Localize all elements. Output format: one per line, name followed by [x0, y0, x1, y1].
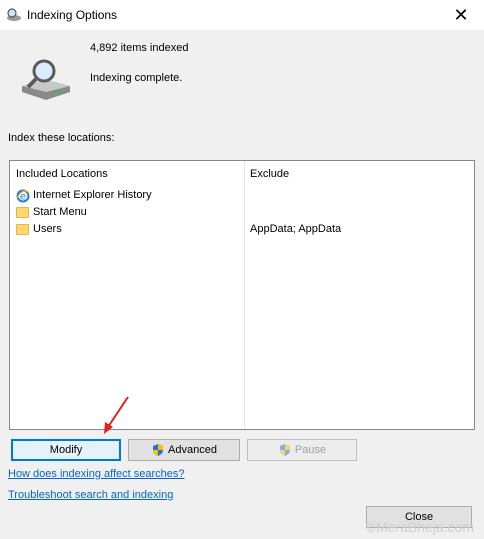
location-name: Start Menu	[33, 206, 87, 218]
modify-label: Modify	[49, 444, 83, 456]
ie-icon: e	[16, 189, 30, 203]
locations-list[interactable]: Included Locations Exclude e Internet Ex…	[9, 160, 475, 430]
folder-icon	[16, 224, 29, 235]
close-window-button[interactable]: ✕	[438, 0, 484, 30]
column-header-included[interactable]: Included Locations	[16, 168, 108, 180]
indexing-status: Indexing complete.	[90, 72, 183, 84]
indexing-options-icon	[7, 8, 21, 21]
pause-button[interactable]: Pause	[247, 439, 357, 461]
location-exclude: AppData; AppData	[250, 223, 342, 235]
troubleshoot-link[interactable]: Troubleshoot search and indexing	[8, 489, 173, 501]
location-name: Users	[33, 223, 62, 235]
watermark: ©MeraBheja.com	[365, 519, 474, 535]
uac-shield-icon	[153, 444, 164, 456]
modify-button[interactable]: Modify	[11, 439, 121, 461]
list-item[interactable]: Users AppData; AppData	[16, 222, 470, 239]
advanced-label: Advanced	[168, 444, 217, 456]
indexing-drive-icon	[22, 59, 70, 100]
items-indexed-count: 4,892 items indexed	[90, 42, 189, 54]
list-item[interactable]: e Internet Explorer History	[16, 188, 470, 205]
column-header-exclude[interactable]: Exclude	[250, 168, 289, 180]
window-title: Indexing Options	[27, 8, 118, 22]
advanced-button[interactable]: Advanced	[128, 439, 240, 461]
uac-shield-icon	[279, 444, 290, 456]
how-indexing-link[interactable]: How does indexing affect searches?	[8, 468, 185, 480]
title-bar: Indexing Options ✕	[0, 0, 484, 30]
location-name: Internet Explorer History	[33, 189, 152, 201]
folder-icon	[16, 207, 29, 218]
pause-label: Pause	[294, 444, 327, 456]
list-item[interactable]: Start Menu	[16, 205, 470, 222]
index-locations-label: Index these locations:	[8, 132, 115, 144]
